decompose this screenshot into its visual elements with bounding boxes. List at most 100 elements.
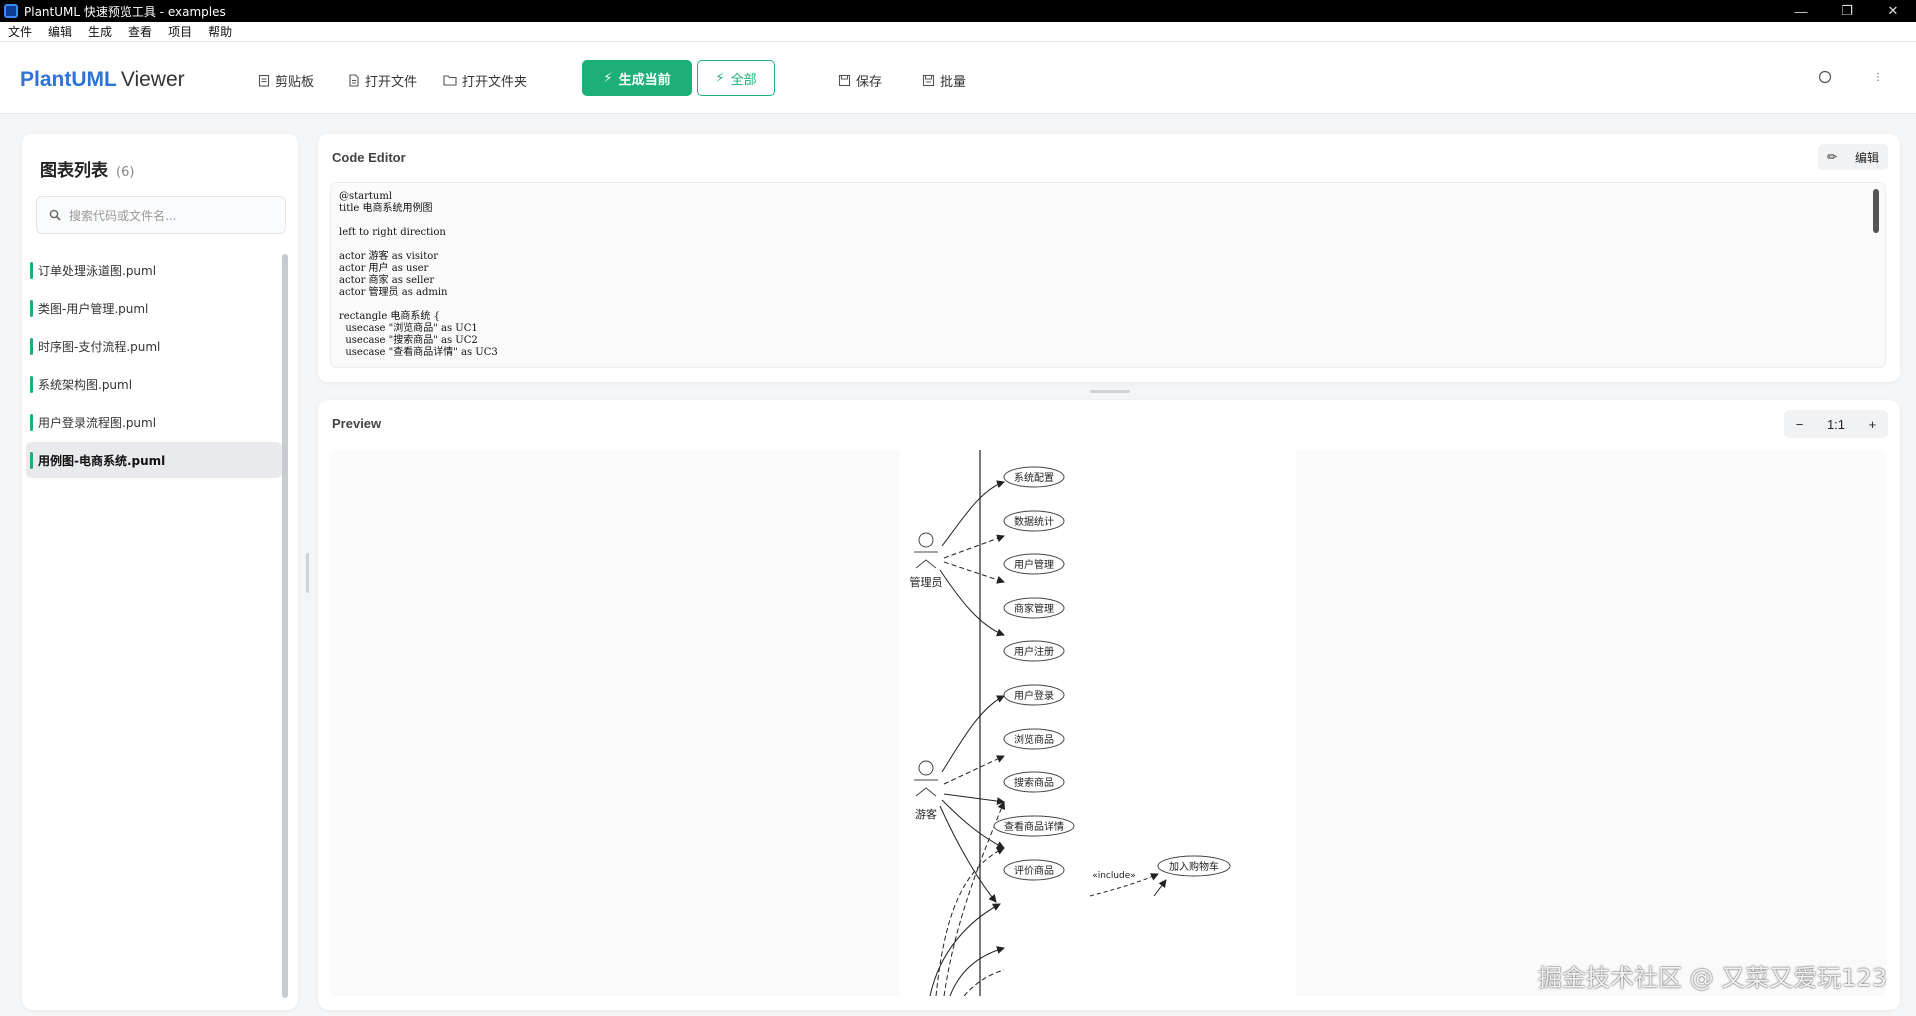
svg-text:用户登录: 用户登录 [1014,689,1054,702]
code-editor-panel: Code Editor ✏ 编辑 @startuml title 电商系统用例图… [318,134,1900,382]
usecase-add-cart: 加入购物车 [1157,855,1231,877]
menu-generate[interactable]: 生成 [80,23,120,40]
zoom-level[interactable]: 1:1 [1827,417,1845,432]
include-label: «include» [1092,871,1136,881]
file-list: 订单处理泳道图.puml 类图-用户管理.puml 时序图-支付流程.puml … [26,252,282,480]
open-file-label: 打开文件 [365,74,418,90]
actor-visitor: 游客 [914,760,938,821]
code-line: @startuml [339,191,393,202]
file-item[interactable]: 类图-用户管理.puml [26,290,282,326]
preview-panel: Preview − 1:1 + 管理员 游客 系统配置 数据统计 用户管理 商家… [318,400,1900,1010]
usecase-diagram: 管理员 游客 系统配置 数据统计 用户管理 商家管理 用户注册 用户登录 浏览商… [900,450,1301,996]
zoom-controls: − 1:1 + [1784,410,1888,438]
file-item[interactable]: 时序图-支付流程.puml [26,328,282,364]
code-line: usecase "搜索商品" as UC2 [339,335,478,346]
clipboard-label: 剪贴板 [275,74,315,90]
horizontal-splitter-handle[interactable] [1090,390,1130,393]
svg-text:数据统计: 数据统计 [1014,515,1054,528]
usecase-user-management: 用户管理 [1003,553,1065,575]
generate-all-button[interactable]: ⚡ 全部 [697,60,775,96]
theme-toggle-icon[interactable] [1818,70,1832,84]
watermark: 掘金技术社区 @ 又菜又爱玩123 [1538,964,1888,992]
minimize-button[interactable]: — [1778,4,1824,19]
code-line: actor 管理员 as admin [339,287,448,298]
code-line: rectangle 电商系统 { [339,311,440,322]
clipboard-button[interactable]: 剪贴板 [258,67,314,93]
usecase-view-detail: 查看商品详情 [993,815,1075,837]
menu-project[interactable]: 项目 [160,23,200,40]
maximize-button[interactable]: ❐ [1824,3,1870,19]
folder-icon [443,75,457,86]
lightning-icon: ⚡ [715,70,725,86]
vertical-splitter-handle[interactable] [306,553,309,593]
svg-text:搜索商品: 搜索商品 [1014,776,1054,789]
actor-admin-label: 管理员 [910,575,943,589]
brand-main: PlantUML [20,68,117,91]
batch-label: 批量 [940,74,967,90]
preview-canvas[interactable]: 管理员 游客 系统配置 数据统计 用户管理 商家管理 用户注册 用户登录 浏览商… [330,450,1886,996]
file-item[interactable]: 系统架构图.puml [26,366,282,402]
svg-text:系统配置: 系统配置 [1014,471,1054,484]
code-textarea[interactable]: @startuml title 电商系统用例图 left to right di… [330,182,1886,368]
brand-suffix: Viewer [120,68,185,91]
file-name: 订单处理泳道图.puml [38,263,157,278]
code-line: actor 商家 as seller [339,275,435,286]
generate-current-label: 生成当前 [618,72,671,88]
usecase-review: 评价商品 [1003,859,1065,881]
zoom-out-button[interactable]: − [1796,417,1804,432]
zoom-in-button[interactable]: + [1869,417,1877,432]
sidebar-title: 图表列表 (6) [40,156,134,181]
code-line: actor 游客 as visitor [339,251,439,262]
open-file-button[interactable]: 打开文件 [348,67,417,93]
open-folder-button[interactable]: 打开文件夹 [443,67,527,93]
menu-bar: 文件 编辑 生成 查看 项目 帮助 [0,22,1916,42]
file-marker [30,452,33,469]
close-button[interactable]: ✕ [1870,3,1916,19]
usecase-system-config: 系统配置 [1003,466,1065,488]
edit-button[interactable]: ✏ 编辑 [1818,144,1888,170]
usecase-seller-management: 商家管理 [1003,597,1065,619]
svg-text:加入购物车: 加入购物车 [1169,860,1219,873]
diagram-list-panel: 图表列表 (6) 搜索代码或文件名... 订单处理泳道图.puml 类图-用户管理… [22,134,298,1010]
file-item[interactable]: 订单处理泳道图.puml [26,252,282,288]
file-item-active[interactable]: 用例图-电商系统.puml [26,442,282,478]
usecase-register: 用户注册 [1003,640,1065,662]
code-line: title 电商系统用例图 [339,203,433,214]
code-scrollbar[interactable] [1873,189,1879,233]
menu-file[interactable]: 文件 [0,23,40,40]
code-line: usecase "浏览商品" as UC1 [339,323,478,334]
file-marker [30,300,33,317]
code-line: actor 用户 as user [339,263,429,274]
menu-edit[interactable]: 编辑 [40,23,80,40]
file-name: 时序图-支付流程.puml [38,339,161,354]
save-label: 保存 [856,74,883,90]
batch-icon [922,74,935,86]
svg-text:商家管理: 商家管理 [1014,602,1054,615]
menu-view[interactable]: 查看 [120,23,160,40]
save-button[interactable]: 保存 [838,67,882,93]
file-item[interactable]: 用户登录流程图.puml [26,404,282,440]
usecase-data-stats: 数据统计 [1003,510,1065,532]
file-count: (6) [116,165,135,180]
search-icon [49,209,61,221]
diagram-svg: 管理员 游客 系统配置 数据统计 用户管理 商家管理 用户注册 用户登录 浏览商… [910,450,1301,996]
menu-help[interactable]: 帮助 [200,23,240,40]
batch-button[interactable]: 批量 [922,67,966,93]
svg-text:评价商品: 评价商品 [1014,864,1054,877]
file-name: 用例图-电商系统.puml [38,453,166,468]
file-marker [30,376,33,393]
file-marker [30,338,33,355]
file-name: 用户登录流程图.puml [38,415,157,430]
file-marker [30,414,33,431]
search-input[interactable]: 搜索代码或文件名... [36,196,286,234]
generate-current-button[interactable]: ⚡ 生成当前 [582,60,692,96]
more-options-icon[interactable]: ⋮ [1873,72,1883,83]
file-name: 系统架构图.puml [38,377,133,392]
svg-text:用户管理: 用户管理 [1014,558,1054,571]
usecase-browse: 浏览商品 [1003,728,1065,750]
sidebar-scrollbar[interactable] [282,254,288,998]
usecase-login: 用户登录 [1003,684,1065,706]
